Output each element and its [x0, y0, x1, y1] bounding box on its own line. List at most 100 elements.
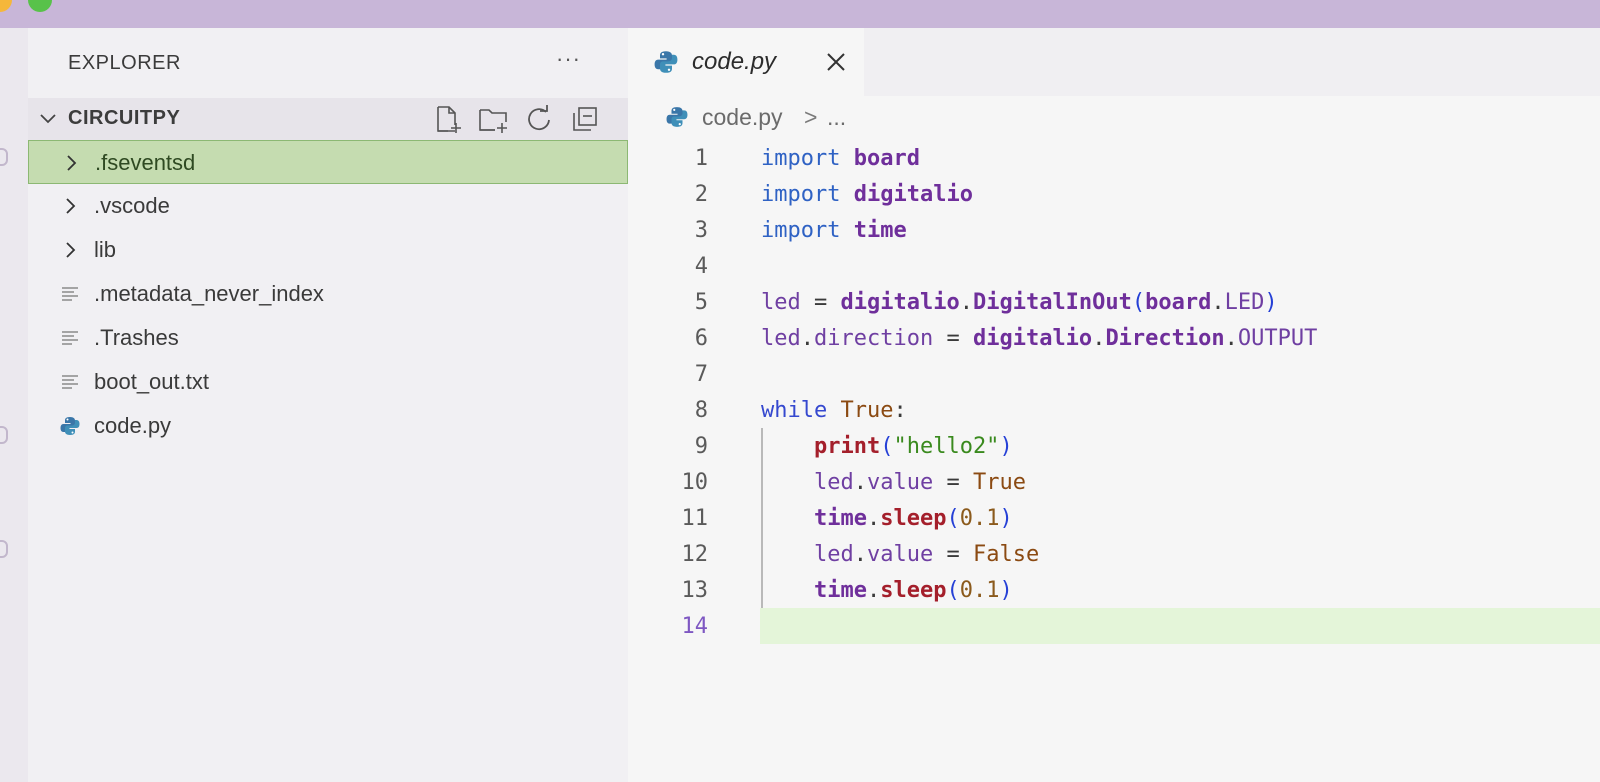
- text-file-icon: [62, 331, 78, 345]
- code-token: .: [1224, 326, 1238, 351]
- breadcrumb-symbols[interactable]: ...: [827, 104, 846, 131]
- code-token: digitalio: [853, 182, 973, 207]
- activity-icon[interactable]: [0, 540, 8, 558]
- code-token: .: [853, 542, 867, 567]
- code-line[interactable]: 5 led = digitalio.DigitalInOut(board.LED): [628, 284, 1600, 320]
- minimize-window-button[interactable]: [0, 0, 12, 12]
- refresh-icon[interactable]: [524, 104, 554, 134]
- workspace-section-header[interactable]: CIRCUITPY: [28, 98, 628, 140]
- close-icon[interactable]: [824, 50, 848, 74]
- zoom-window-button[interactable]: [28, 0, 52, 12]
- tree-item-label: code.py: [94, 413, 172, 438]
- line-number: 14: [681, 614, 709, 639]
- code-token: ): [999, 434, 1013, 459]
- code-line[interactable]: 7: [628, 356, 1600, 392]
- line-text: time.sleep(0.1): [761, 578, 1013, 603]
- chevron-right-icon: [66, 198, 76, 214]
- code-token: (: [946, 506, 960, 531]
- new-folder-icon[interactable]: [478, 104, 508, 134]
- code-token: "hello2": [893, 434, 1000, 459]
- tree-item-label: .Trashes: [94, 325, 179, 350]
- code-token: direction: [814, 326, 934, 351]
- line-number: 8: [694, 398, 708, 423]
- window-title-bar: [0, 0, 1600, 28]
- line-number: 9: [694, 434, 708, 459]
- line-text: import digitalio: [761, 182, 973, 207]
- text-file-icon: [62, 375, 78, 389]
- explorer-header: EXPLORER ···: [28, 28, 628, 98]
- line-number: 4: [694, 254, 708, 279]
- code-line[interactable]: 1 import board: [628, 140, 1600, 176]
- line-number: 11: [681, 506, 709, 531]
- collapse-all-icon[interactable]: [570, 104, 600, 134]
- code-token: 0.1: [959, 578, 1000, 603]
- code-line[interactable]: 2 import digitalio: [628, 176, 1600, 212]
- line-text: import board: [761, 146, 920, 171]
- line-number: 13: [681, 578, 709, 603]
- code-line[interactable]: 13 time.sleep(0.1): [628, 572, 1600, 608]
- code-line[interactable]: 6 led.direction = digitalio.Direction.OUT…: [628, 320, 1600, 356]
- tree-item-boot-out-txt[interactable]: boot_out.txt: [28, 360, 628, 404]
- code-line[interactable]: 8 while True:: [628, 392, 1600, 428]
- python-icon: [60, 417, 80, 435]
- code-token: board: [1145, 290, 1212, 315]
- tree-item-code-py[interactable]: code.py: [28, 404, 628, 448]
- explorer-title: EXPLORER: [68, 52, 181, 74]
- tree-item-metadata-never-index[interactable]: .metadata_never_index: [28, 272, 628, 316]
- tab-code-py[interactable]: code.py: [628, 28, 864, 96]
- code-token: True: [972, 470, 1026, 495]
- code-token: =: [933, 470, 973, 495]
- line-text: while True:: [761, 398, 907, 423]
- line-text: led.value = True: [761, 470, 1026, 495]
- more-actions-icon[interactable]: ···: [556, 46, 581, 72]
- code-editor[interactable]: 1 import board 2 import digitalio 3 import ti…: [628, 140, 1600, 644]
- code-token: =: [800, 290, 841, 315]
- code-token: :: [893, 398, 907, 423]
- line-number: 3: [694, 218, 708, 243]
- tree-item-label: boot_out.txt: [94, 369, 209, 394]
- code-token: time: [853, 218, 907, 243]
- editor-tab-bar: code.py: [628, 28, 1600, 96]
- code-token: 0.1: [959, 506, 1000, 531]
- code-token: Direction: [1105, 326, 1225, 351]
- line-number: 1: [694, 146, 708, 171]
- code-token: =: [933, 326, 973, 351]
- code-token: import: [761, 182, 841, 207]
- tree-item-vscode[interactable]: .vscode: [28, 184, 628, 228]
- tree-item-label: .fseventsd: [95, 150, 196, 175]
- code-token: ): [999, 506, 1013, 531]
- code-token: False: [972, 542, 1040, 567]
- code-token: (: [1131, 290, 1146, 315]
- code-line[interactable]: 12 led.value = False: [628, 536, 1600, 572]
- code-token: =: [933, 542, 973, 567]
- code-line[interactable]: 14: [628, 608, 1600, 644]
- tree-item-trashes[interactable]: .Trashes: [28, 316, 628, 360]
- activity-icon[interactable]: [0, 148, 8, 166]
- line-number: 7: [694, 362, 708, 387]
- line-number: 5: [694, 290, 708, 315]
- code-token: import: [761, 218, 841, 243]
- code-token: time: [813, 578, 867, 603]
- code-line[interactable]: 9 print("hello2"): [628, 428, 1600, 464]
- code-token: board: [853, 146, 920, 171]
- chevron-right-icon: [67, 155, 77, 171]
- file-tree: .fseventsd .vscode lib .metadata_never_i…: [28, 140, 628, 448]
- activity-icon[interactable]: [0, 426, 8, 444]
- breadcrumb-file[interactable]: code.py: [702, 104, 783, 131]
- tree-item-fseventsd[interactable]: .fseventsd: [28, 140, 628, 184]
- tree-item-lib[interactable]: lib: [28, 228, 628, 272]
- new-file-icon[interactable]: [432, 104, 462, 134]
- code-token: led: [761, 326, 801, 351]
- code-line[interactable]: 10 led.value = True: [628, 464, 1600, 500]
- code-token: (: [880, 434, 894, 459]
- tab-label: code.py: [692, 48, 777, 75]
- code-line[interactable]: 3 import time: [628, 212, 1600, 248]
- code-line[interactable]: 4: [628, 248, 1600, 284]
- code-token: ): [999, 578, 1013, 603]
- code-line[interactable]: 11 time.sleep(0.1): [628, 500, 1600, 536]
